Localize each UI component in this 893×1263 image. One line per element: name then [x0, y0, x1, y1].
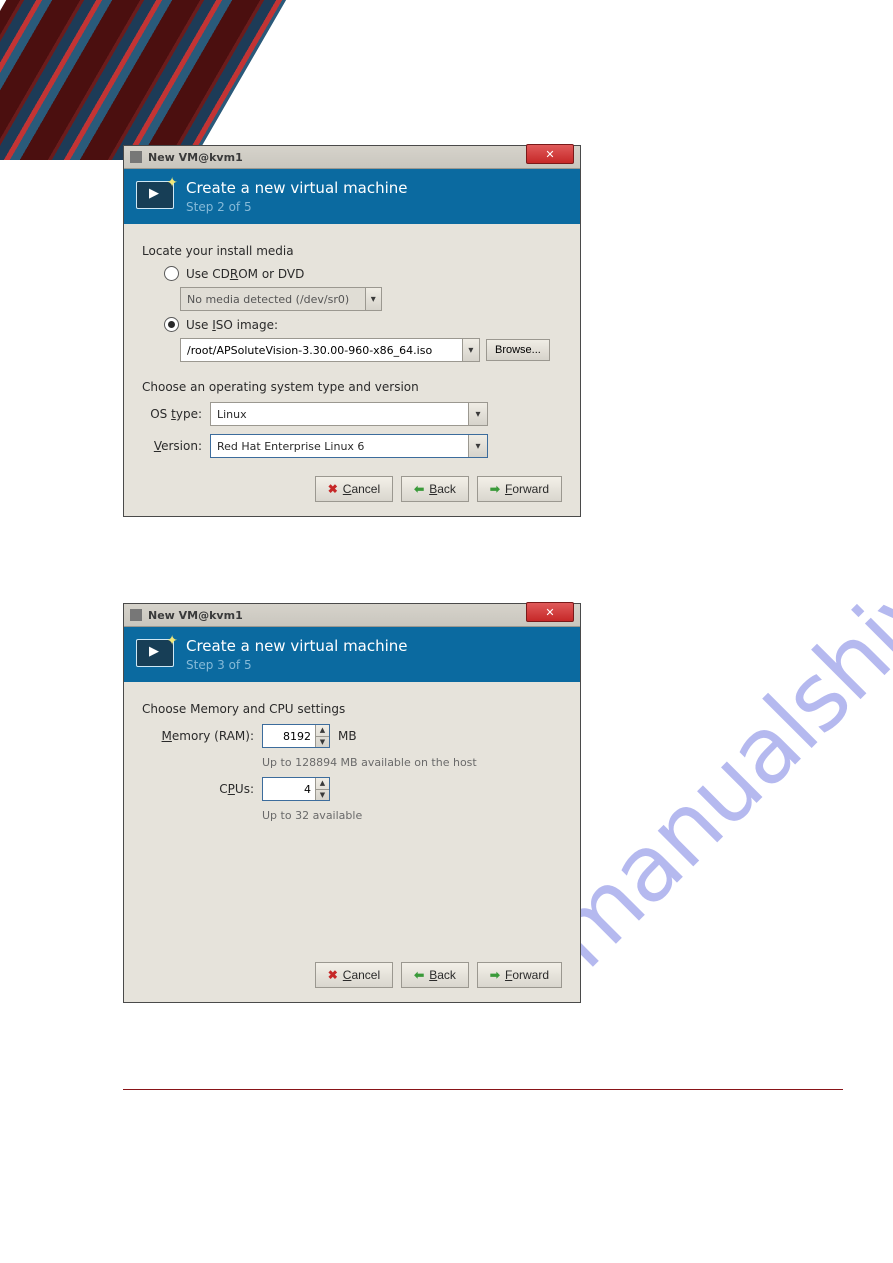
radio-cdrom-label: Use CDROM or DVD [186, 267, 304, 281]
cpus-row: CPUs: ▲ ▼ [142, 777, 562, 801]
locate-media-label: Locate your install media [142, 244, 562, 258]
version-label: Version: [142, 439, 202, 453]
footer-buttons: ✖ Cancel ⬅ Back ➡ Forward [142, 476, 562, 502]
radio-iso-label: Use ISO image: [186, 318, 278, 332]
titlebar[interactable]: New VM@kvm1 ✕ [124, 146, 580, 169]
choose-os-label: Choose an operating system type and vers… [142, 380, 562, 394]
cancel-icon: ✖ [328, 968, 338, 982]
forward-label: Forward [505, 482, 549, 496]
back-icon: ⬅ [414, 482, 424, 496]
os-type-row: OS type: Linux [142, 402, 562, 426]
iso-path-input[interactable] [181, 339, 462, 361]
back-button[interactable]: ⬅ Back [401, 962, 469, 988]
banner: ✦ Create a new virtual machine Step 2 of… [124, 169, 580, 224]
memory-spin-down[interactable]: ▼ [316, 737, 329, 748]
window-icon [130, 609, 142, 621]
cancel-icon: ✖ [328, 482, 338, 496]
version-arrow[interactable] [468, 435, 487, 457]
titlebar[interactable]: New VM@kvm1 ✕ [124, 604, 580, 627]
vm-icon: ✦ [136, 181, 174, 213]
iso-path-combo[interactable] [180, 338, 480, 362]
close-button[interactable]: ✕ [526, 602, 574, 622]
cdrom-dropdown-arrow [365, 288, 381, 310]
cpus-spin-up[interactable]: ▲ [316, 778, 329, 790]
os-type-select[interactable]: Linux [210, 402, 488, 426]
window-title: New VM@kvm1 [148, 609, 243, 622]
memory-row: Memory (RAM): ▲ ▼ MB [142, 724, 562, 748]
radio-row-iso[interactable]: Use ISO image: [142, 317, 562, 332]
forward-icon: ➡ [490, 482, 500, 496]
back-label: Back [429, 482, 456, 496]
memory-label: Memory (RAM): [142, 729, 254, 743]
choose-mem-cpu-label: Choose Memory and CPU settings [142, 702, 562, 716]
banner-title: Create a new virtual machine [186, 179, 408, 197]
forward-icon: ➡ [490, 968, 500, 982]
step-indicator: Step 2 of 5 [186, 200, 408, 214]
close-icon: ✕ [545, 148, 554, 161]
back-icon: ⬅ [414, 968, 424, 982]
memory-hint: Up to 128894 MB available on the host [262, 756, 562, 769]
memory-unit: MB [338, 729, 357, 743]
forward-label: Forward [505, 968, 549, 982]
dialog-step3: New VM@kvm1 ✕ ✦ Create a new virtual mac… [123, 603, 581, 1003]
radio-cdrom[interactable] [164, 266, 179, 281]
forward-button[interactable]: ➡ Forward [477, 962, 562, 988]
cdrom-combo-row [142, 287, 562, 311]
cpus-hint: Up to 32 available [262, 809, 562, 822]
close-button[interactable]: ✕ [526, 144, 574, 164]
os-type-value: Linux [211, 408, 468, 421]
memory-spinner[interactable]: ▲ ▼ [262, 724, 330, 748]
cdrom-input [181, 288, 365, 310]
cancel-label: Cancel [343, 968, 380, 982]
iso-row: Browse... [142, 338, 562, 362]
cancel-button[interactable]: ✖ Cancel [315, 962, 393, 988]
cancel-button[interactable]: ✖ Cancel [315, 476, 393, 502]
cpus-input[interactable] [263, 778, 315, 800]
window-icon [130, 151, 142, 163]
dialog-step2: New VM@kvm1 ✕ ✦ Create a new virtual mac… [123, 145, 581, 517]
step-indicator: Step 3 of 5 [186, 658, 408, 672]
vm-icon: ✦ [136, 639, 174, 671]
version-value: Red Hat Enterprise Linux 6 [211, 440, 468, 453]
banner: ✦ Create a new virtual machine Step 3 of… [124, 627, 580, 682]
memory-spin-up[interactable]: ▲ [316, 725, 329, 737]
cpus-spin-down[interactable]: ▼ [316, 790, 329, 801]
window-title: New VM@kvm1 [148, 151, 243, 164]
back-label: Back [429, 968, 456, 982]
back-button[interactable]: ⬅ Back [401, 476, 469, 502]
os-type-label: OS type: [142, 407, 202, 421]
footer-buttons: ✖ Cancel ⬅ Back ➡ Forward [142, 962, 562, 988]
cdrom-combo [180, 287, 382, 311]
cpus-label: CPUs: [142, 782, 254, 796]
os-type-arrow[interactable] [468, 403, 487, 425]
close-icon: ✕ [545, 606, 554, 619]
radio-row-cdrom[interactable]: Use CDROM or DVD [142, 266, 562, 281]
forward-button[interactable]: ➡ Forward [477, 476, 562, 502]
version-select[interactable]: Red Hat Enterprise Linux 6 [210, 434, 488, 458]
iso-dropdown-arrow[interactable] [462, 339, 479, 361]
version-row: Version: Red Hat Enterprise Linux 6 [142, 434, 562, 458]
cpus-spinner[interactable]: ▲ ▼ [262, 777, 330, 801]
banner-title: Create a new virtual machine [186, 637, 408, 655]
cancel-label: Cancel [343, 482, 380, 496]
memory-input[interactable] [263, 725, 315, 747]
footer-separator [123, 1089, 843, 1090]
radio-iso[interactable] [164, 317, 179, 332]
browse-button[interactable]: Browse... [486, 339, 550, 361]
